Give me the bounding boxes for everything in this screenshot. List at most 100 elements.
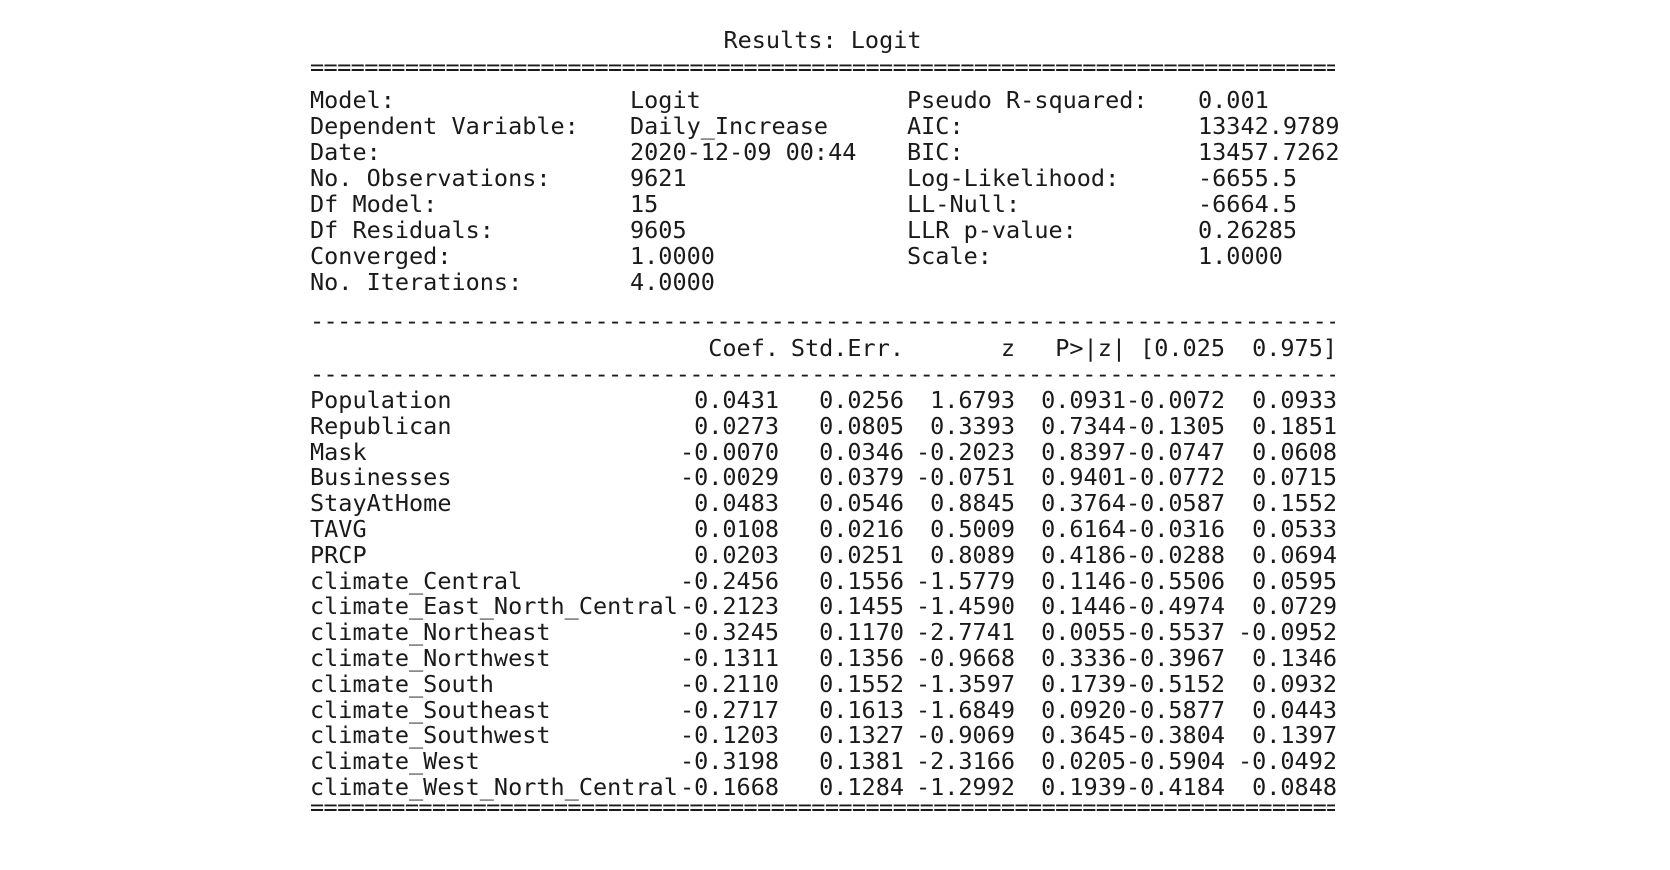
cell-ci-lower: -0.0772 xyxy=(1125,463,1225,492)
summary-left-value: 15 xyxy=(630,190,659,218)
summary-right-value: 13457.7262 xyxy=(1198,138,1340,166)
table-row: Businesses -0.0029 0.0379 -0.0751 0.9401 -0.0… xyxy=(310,463,1337,492)
cell-std-err: 0.1356 xyxy=(819,644,904,672)
col-header-ci-upper: 0.975] xyxy=(1252,334,1337,362)
cell-ci-lower: -0.5152 xyxy=(1125,669,1225,698)
cell-coef: 0.0431 xyxy=(694,386,779,414)
cell-ci-upper: 0.1397 xyxy=(1252,721,1337,750)
cell-p-value: 0.3764 xyxy=(1041,489,1126,518)
table-row: climate_Northeast -0.3245 0.1170 -2.7741 0.0… xyxy=(310,618,1337,647)
row-variable-name: climate_West xyxy=(310,747,480,776)
cell-ci-upper: 0.1552 xyxy=(1252,489,1337,518)
table-row: climate_Southwest -0.1203 0.1327 -0.9069 0.3… xyxy=(310,721,1337,750)
cell-ci-lower: -0.5506 xyxy=(1125,566,1225,595)
cell-p-value: 0.4186 xyxy=(1041,540,1126,569)
cell-coef: -0.2717 xyxy=(679,695,779,724)
cell-coef: -0.2456 xyxy=(679,566,779,595)
cell-p-value: 0.0055 xyxy=(1041,618,1126,647)
cell-ci-upper: 0.0608 xyxy=(1252,437,1337,466)
cell-ci-upper: 0.1346 xyxy=(1252,644,1337,672)
summary-right-label: Pseudo R-squared: xyxy=(907,86,1148,114)
summary-right-value: -6664.5 xyxy=(1198,190,1298,218)
cell-z: 1.6793 xyxy=(930,386,1015,414)
cell-ci-upper: 0.0443 xyxy=(1252,695,1337,724)
row-variable-name: climate_Southwest xyxy=(310,721,551,750)
cell-std-err: 0.0256 xyxy=(819,386,904,414)
cell-z: -0.9668 xyxy=(915,644,1015,672)
cell-ci-lower: -0.5537 xyxy=(1125,618,1225,647)
table-row: Mask -0.0070 0.0346 -0.2023 0.8397 -0.0747 0.0… xyxy=(310,437,1337,466)
cell-p-value: 0.1446 xyxy=(1041,592,1126,621)
row-variable-name: PRCP xyxy=(310,540,367,569)
summary-left-value: Logit xyxy=(630,86,701,114)
cell-ci-lower: -0.0316 xyxy=(1125,515,1225,543)
cell-z: -0.2023 xyxy=(915,437,1015,466)
summary-right-value: -6655.5 xyxy=(1198,164,1298,192)
col-header-std-err: Std.Err. xyxy=(790,334,904,362)
cell-coef: 0.0273 xyxy=(694,411,779,440)
cell-coef: -0.2123 xyxy=(679,592,779,621)
summary-left-value: 4.0000 xyxy=(630,268,715,296)
cell-ci-upper: 0.0933 xyxy=(1252,386,1337,414)
cell-ci-lower: -0.0587 xyxy=(1125,489,1225,518)
cell-p-value: 0.6164 xyxy=(1041,515,1126,543)
cell-z: -1.3597 xyxy=(915,669,1015,698)
summary-left-label: Dependent Variable: xyxy=(310,112,579,140)
cell-std-err: 0.1327 xyxy=(819,721,904,750)
summary-left-value: 1.0000 xyxy=(630,242,715,270)
cell-std-err: 0.0805 xyxy=(819,411,904,440)
table-row: PRCP 0.0203 0.0251 0.8089 0.4186 -0.0288 0.069… xyxy=(310,540,1337,569)
col-header-z: z xyxy=(1000,334,1015,362)
summary-row: Df Residuals: 9605 LLR p-value: 0.26285 xyxy=(310,216,1335,244)
single-rule-1: ----------------------------------------… xyxy=(310,308,1335,334)
single-rule-2: ----------------------------------------… xyxy=(310,361,1335,387)
cell-ci-upper: 0.1851 xyxy=(1252,411,1337,440)
table-row: StayAtHome 0.0483 0.0546 0.8845 0.3764 -0.058… xyxy=(310,489,1337,518)
summary-row: Df Model: 15 LL-Null: -6664.5 xyxy=(310,190,1335,218)
row-variable-name: climate_Central xyxy=(310,566,523,595)
cell-p-value: 0.0931 xyxy=(1041,386,1126,414)
cell-ci-upper: 0.0729 xyxy=(1252,592,1337,621)
table-row: climate_Central -0.2456 0.1556 -1.5779 0.114… xyxy=(310,566,1337,595)
row-variable-name: climate_Northeast xyxy=(310,618,551,647)
cell-p-value: 0.3336 xyxy=(1041,644,1126,672)
cell-p-value: 0.3645 xyxy=(1041,721,1126,750)
cell-p-value: 0.0920 xyxy=(1041,695,1126,724)
summary-left-value: 9605 xyxy=(630,216,687,244)
cell-coef: 0.0108 xyxy=(694,515,779,543)
summary-left-value: 2020-12-09 00:44 xyxy=(630,138,857,166)
cell-p-value: 0.1146 xyxy=(1041,566,1126,595)
cell-std-err: 0.0251 xyxy=(819,540,904,569)
summary-right-label: LLR p-value: xyxy=(907,216,1077,244)
col-header-p-value: P>|z| xyxy=(1055,334,1126,362)
cell-z: -1.4590 xyxy=(915,592,1015,621)
cell-z: -2.3166 xyxy=(915,747,1015,776)
cell-p-value: 0.7344 xyxy=(1041,411,1126,440)
cell-std-err: 0.1613 xyxy=(819,695,904,724)
cell-coef: -0.3198 xyxy=(679,747,779,776)
cell-ci-upper: 0.0694 xyxy=(1252,540,1337,569)
cell-ci-lower: -0.0747 xyxy=(1125,437,1225,466)
row-variable-name: climate_East_North_Central xyxy=(310,592,678,621)
double-rule-top: ========================================… xyxy=(310,54,1335,80)
cell-std-err: 0.1170 xyxy=(819,618,904,647)
summary-right-value: 1.0000 xyxy=(1198,242,1283,270)
summary-right-label: Scale: xyxy=(907,242,992,270)
row-variable-name: TAVG xyxy=(310,515,367,543)
cell-std-err: 0.1552 xyxy=(819,669,904,698)
cell-coef: 0.0203 xyxy=(694,540,779,569)
summary-row: Dependent Variable: Daily_Increase AIC: 133… xyxy=(310,112,1339,140)
cell-z: -2.7741 xyxy=(915,618,1015,647)
coef-table-header: Coef. Std.Err. z P>|z| [0.025 0.975] xyxy=(310,334,1337,362)
summary-row: No. Observations: 9621 Log-Likelihood: -665… xyxy=(310,164,1335,192)
summary-row: No. Iterations: 4.0000 xyxy=(310,268,1335,296)
cell-z: -0.0751 xyxy=(915,463,1015,492)
cell-ci-upper: -0.0492 xyxy=(1237,747,1337,776)
cell-coef: -0.1311 xyxy=(679,644,779,672)
summary-left-label: No. Iterations: xyxy=(310,268,523,296)
summary-row: Date: 2020-12-09 00:44 BIC: 13457.7262 xyxy=(310,138,1339,166)
cell-ci-upper: -0.0952 xyxy=(1237,618,1337,647)
cell-ci-upper: 0.0932 xyxy=(1252,669,1337,698)
table-row: TAVG 0.0108 0.0216 0.5009 0.6164 -0.0316 0.053… xyxy=(310,515,1337,543)
cell-ci-lower: -0.5877 xyxy=(1125,695,1225,724)
